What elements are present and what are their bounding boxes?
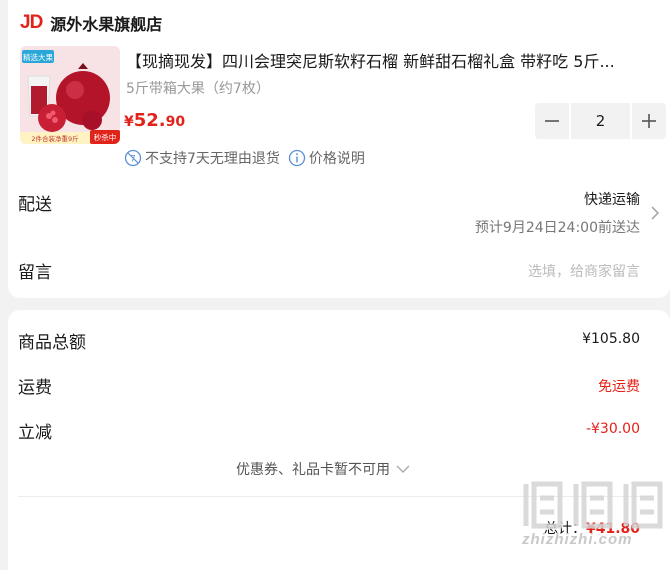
image-badge-bottom: 秒杀中 — [94, 132, 117, 142]
price-decimal: 90 — [165, 114, 186, 130]
image-badge-strip: 2件合装净重9斤 — [31, 134, 79, 143]
increase-quantity-button[interactable] — [632, 103, 666, 139]
delivery-label: 配送 — [18, 195, 52, 215]
info-icon[interactable] — [288, 149, 306, 167]
product-title[interactable]: 【现摘现发】四川会理突尼斯软籽石榴 新鲜甜石榴礼盒 带籽吃 5斤... — [126, 48, 666, 72]
freight-value: 免运费 — [598, 379, 640, 395]
price-symbol: ¥ — [124, 114, 134, 130]
chevron-right-icon[interactable] — [648, 205, 662, 221]
chevron-down-icon — [396, 465, 410, 473]
product-image[interactable]: 精选大果 2件合装净重9斤 秒杀中 — [20, 46, 120, 144]
note-label: 留言 — [18, 263, 52, 283]
freight-label: 运费 — [18, 378, 52, 398]
store-header[interactable]: JD 源外水果旗舰店 — [20, 8, 162, 38]
note-input[interactable]: 选填，给商家留言 — [528, 261, 640, 281]
image-badge-top: 精选大果 — [23, 52, 53, 62]
quantity-input[interactable]: 2 — [571, 103, 630, 139]
price-integer: 52. — [133, 110, 166, 131]
jd-logo-icon: JD — [20, 12, 43, 33]
delivery-eta[interactable]: 预计9月24日24:00前送达 — [475, 217, 640, 237]
watermark-text: zhizhizhi.com — [522, 531, 633, 548]
no-return-icon: 7 — [124, 149, 142, 167]
goods-total-value: ¥105.80 — [582, 331, 640, 347]
decrease-quantity-button[interactable] — [535, 103, 569, 139]
policy-row: 7 不支持7天无理由退货 价格说明 — [124, 146, 365, 170]
product-price: ¥52.90 — [124, 110, 185, 131]
minus-icon — [545, 120, 559, 122]
product-spec: 5斤带箱大果（约7枚） — [126, 81, 270, 97]
quantity-stepper: 2 — [535, 103, 666, 139]
coupon-text: 优惠券、礼品卡暂不可用 — [236, 462, 390, 478]
discount-value: -¥30.00 — [585, 421, 640, 437]
price-info-link[interactable]: 价格说明 — [309, 148, 365, 168]
order-item-card: JD 源外水果旗舰店 精选大果 2件合装净重9斤 秒杀中 【现摘现发】四川会理突… — [8, 0, 670, 298]
store-name[interactable]: 源外水果旗舰店 — [50, 11, 162, 35]
no-return-text: 不支持7天无理由退货 — [145, 151, 280, 167]
coupon-row[interactable]: 优惠券、礼品卡暂不可用 — [236, 459, 410, 479]
shipping-method[interactable]: 快递运输 — [584, 189, 640, 209]
goods-total-label: 商品总额 — [18, 333, 86, 353]
plus-icon — [642, 114, 656, 128]
discount-label: 立减 — [18, 423, 52, 443]
